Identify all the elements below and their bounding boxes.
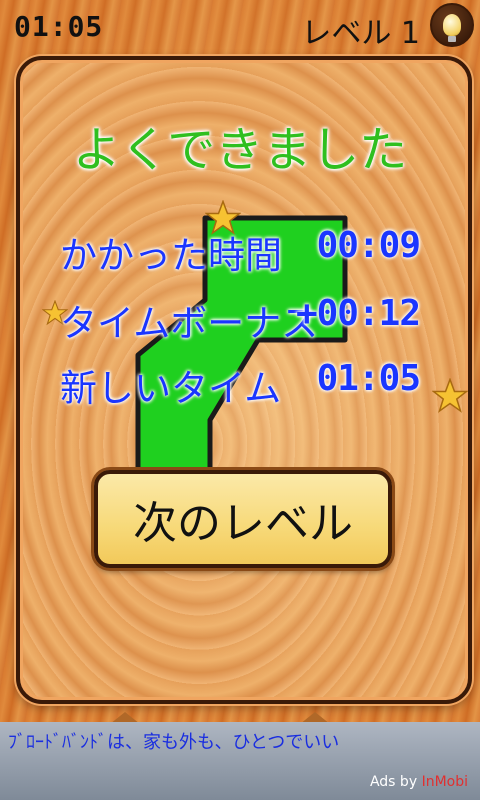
next-level-button[interactable]: 次のレベル <box>94 470 392 568</box>
stat-row-new-time: 新しいタイム 01:05 <box>60 358 421 410</box>
ad-credit-prefix: Ads by <box>369 774 418 790</box>
next-level-label: 次のレベル <box>133 498 353 549</box>
stat-value: 00:09 <box>316 225 421 266</box>
stat-label: 新しいタイム <box>60 367 282 410</box>
stat-row-time-bonus: タイムボーナス +00:12 <box>60 293 421 345</box>
stat-label: かかった時間 <box>60 234 282 277</box>
congratulations-title: よくできました <box>72 122 408 178</box>
stat-row-time-taken: かかった時間 00:09 <box>60 225 421 277</box>
star-icon <box>432 378 468 413</box>
ad-credit-brand: InMobi <box>421 774 468 790</box>
ad-credit: Ads by InMobi <box>370 774 468 790</box>
stat-value: 01:05 <box>316 358 421 399</box>
ad-banner[interactable]: ﾌﾞﾛｰﾄﾞﾊﾞﾝﾄﾞは、家も外も、ひとつでいい Ads by InMobi <box>0 722 480 800</box>
stat-value: +00:12 <box>295 293 421 334</box>
ad-text[interactable]: ﾌﾞﾛｰﾄﾞﾊﾞﾝﾄﾞは、家も外も、ひとつでいい <box>8 728 339 754</box>
stat-label: タイムボーナス <box>60 302 319 345</box>
